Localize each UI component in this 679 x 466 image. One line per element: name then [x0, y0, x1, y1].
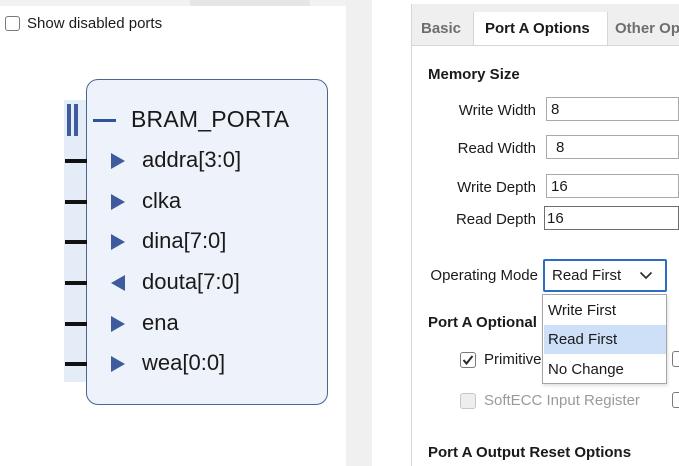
softecc-label: SoftECC Input Register: [484, 392, 640, 409]
checkbox-icon[interactable]: [672, 351, 679, 367]
port-wea00[interactable]: wea[0:0]: [60, 350, 280, 378]
input-arrow-icon: [111, 316, 125, 332]
dropdown-option-read-first[interactable]: Read First: [544, 325, 666, 354]
read-depth-label: Read Depth: [455, 211, 536, 228]
write-depth-field[interactable]: 16: [546, 174, 679, 198]
checkmark-icon: [462, 354, 474, 365]
bus-interface-icon[interactable]: [67, 104, 78, 136]
port-dina70[interactable]: dina[7:0]: [60, 228, 280, 256]
port-label: dina[7:0]: [142, 228, 227, 253]
operating-mode-select[interactable]: Read First: [543, 259, 667, 292]
write-width-field[interactable]: 8: [546, 97, 679, 121]
show-disabled-ports-label: Show disabled ports: [27, 14, 163, 32]
port-label: clka: [142, 188, 182, 213]
operating-mode-label: Operating Mode: [430, 267, 538, 284]
primitive-output-register-option[interactable]: Primitive: [460, 351, 542, 368]
port-label: addra[3:0]: [142, 147, 242, 172]
output-reset-title: Port A Output Reset Options: [428, 444, 632, 461]
port-douta70[interactable]: douta[7:0]: [60, 269, 280, 297]
softecc-input-register-option: SoftECC Input Register: [460, 392, 640, 409]
memory-size-title: Memory Size: [428, 66, 520, 83]
show-disabled-ports-toggle[interactable]: Show disabled ports: [5, 14, 162, 32]
read-depth-field[interactable]: 16: [544, 206, 679, 230]
checkbox-icon[interactable]: [460, 351, 476, 368]
port-wire: [65, 159, 87, 163]
tab-port-a-options[interactable]: Port A Options: [473, 12, 608, 45]
checkbox-icon[interactable]: [5, 15, 20, 31]
port-wire: [65, 240, 87, 244]
output-arrow-icon: [111, 275, 125, 291]
read-width-label: Read Width: [457, 140, 536, 157]
left-header-strip: [0, 0, 372, 6]
port-label: douta[7:0]: [142, 269, 240, 294]
chevron-down-icon: [639, 271, 653, 280]
tab-basic[interactable]: Basic: [421, 12, 461, 45]
operating-mode-dropdown: Write First Read First No Change: [542, 294, 667, 384]
checkbox-icon: [460, 392, 476, 409]
panel-splitter[interactable]: [346, 0, 372, 466]
input-arrow-icon: [111, 234, 125, 250]
port-wire: [65, 322, 87, 326]
write-depth-label: Write Depth: [457, 179, 536, 196]
primitive-label: Primitive: [484, 351, 542, 368]
port-clka[interactable]: clka: [60, 188, 280, 216]
operating-mode-value: Read First: [552, 267, 622, 284]
dropdown-option-no-change[interactable]: No Change: [544, 355, 666, 384]
port-wire: [65, 200, 87, 204]
port-addra30[interactable]: addra[3:0]: [60, 147, 280, 175]
port-wire: [65, 281, 87, 285]
checkbox-icon[interactable]: [672, 392, 679, 408]
port-label: ena: [142, 310, 179, 335]
port-ena[interactable]: ena: [60, 310, 280, 338]
minus-icon[interactable]: [93, 119, 116, 122]
tab-bar: Basic Port A Options Other Op: [412, 4, 679, 46]
input-arrow-icon: [111, 356, 125, 372]
block-title: BRAM_PORTA: [131, 106, 290, 132]
port-wire: [65, 362, 87, 366]
dropdown-option-write-first[interactable]: Write First: [544, 296, 666, 325]
write-width-label: Write Width: [458, 102, 536, 119]
read-width-field[interactable]: 8: [546, 135, 679, 159]
port-a-optional-title: Port A Optional: [428, 314, 537, 331]
input-arrow-icon: [111, 153, 125, 169]
port-label: wea[0:0]: [142, 350, 226, 375]
tab-other-options[interactable]: Other Op: [615, 12, 679, 45]
input-arrow-icon: [111, 194, 125, 210]
